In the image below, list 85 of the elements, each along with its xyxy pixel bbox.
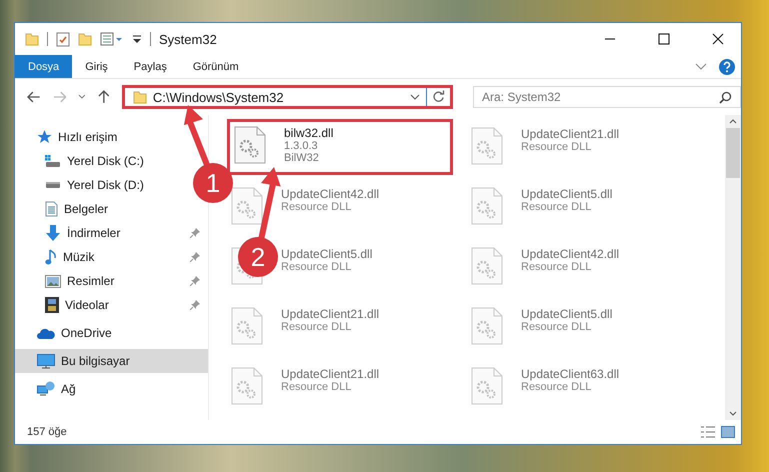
search-field[interactable]: Ara: System32: [472, 86, 741, 108]
picture-icon: [45, 274, 61, 288]
gear-file-icon: [471, 187, 503, 225]
sidebar-item[interactable]: İndirmeler: [15, 221, 208, 245]
network-icon: [37, 381, 55, 397]
toolbar-dropdown-icon[interactable]: [100, 32, 124, 46]
file-name[interactable]: UpdateClient21.dll: [521, 127, 620, 141]
folder-icon: [132, 90, 147, 104]
file-detail: Resource DLL: [521, 201, 592, 213]
pin-icon[interactable]: [190, 228, 200, 238]
file-detail: Resource DLL: [281, 201, 352, 213]
document-icon: [45, 201, 58, 217]
file-name[interactable]: UpdateClient42.dll: [281, 187, 380, 201]
details-view-icon[interactable]: [701, 426, 715, 438]
folder-icon: [25, 32, 39, 46]
ribbon-tab[interactable]: Dosya: [15, 55, 72, 78]
star-icon: [37, 130, 52, 144]
file-detail: Resource DLL: [281, 321, 352, 333]
gear-file-icon: [234, 126, 266, 164]
file-detail: Resource DLL: [281, 381, 352, 393]
scrollbar-thumb[interactable]: [726, 128, 740, 178]
sidebar-item[interactable]: OneDrive: [15, 321, 208, 345]
pin-icon[interactable]: [190, 252, 200, 262]
address-path: C:\Windows\System32: [152, 90, 285, 104]
customize-toolbar-icon[interactable]: [132, 33, 142, 45]
file-name[interactable]: UpdateClient42.dll: [521, 247, 620, 261]
chevron-down-icon[interactable]: [78, 94, 86, 100]
scroll-down-icon[interactable]: [729, 411, 737, 416]
address-bar[interactable]: C:\Windows\System32: [122, 85, 453, 109]
sidebar-item[interactable]: Resimler: [15, 269, 208, 293]
gear-file-icon: [471, 307, 503, 345]
sidebar-item[interactable]: Belgeler: [15, 197, 114, 221]
ribbon-tab[interactable]: Paylaş: [120, 55, 180, 78]
sidebar-item[interactable]: Videolar: [15, 293, 208, 317]
drive-icon: [45, 154, 61, 168]
gear-file-icon: [231, 307, 263, 345]
file-detail: BilW32: [284, 152, 320, 164]
sidebar-item[interactable]: Ağ: [15, 377, 208, 401]
file-item[interactable]: bilw32.dll 1.3.0.3 BilW32: [227, 119, 453, 175]
back-arrow-icon[interactable]: [27, 91, 41, 103]
file-detail: Resource DLL: [521, 141, 592, 153]
gear-file-icon: [471, 367, 503, 405]
ribbon-tab[interactable]: Görünüm: [180, 55, 252, 78]
gear-file-icon: [471, 247, 503, 285]
file-name[interactable]: UpdateClient21.dll: [281, 367, 380, 381]
sidebar-item[interactable]: Yerel Disk (C:): [15, 149, 150, 173]
sidebar-item[interactable]: Müzik: [15, 245, 208, 269]
music-note-icon: [45, 249, 57, 265]
pin-icon[interactable]: [190, 300, 200, 310]
gear-file-icon: [471, 127, 503, 165]
drive-icon: [45, 181, 61, 189]
file-name[interactable]: UpdateClient63.dll: [521, 367, 620, 381]
monitor-icon: [37, 354, 55, 368]
file-name[interactable]: UpdateClient5.dll: [521, 187, 612, 201]
scroll-up-icon[interactable]: [729, 119, 737, 124]
download-arrow-icon: [45, 225, 61, 241]
help-icon[interactable]: [719, 58, 735, 74]
sidebar-item[interactable]: Bu bilgisayar: [15, 349, 208, 373]
ribbon-tab[interactable]: Giriş: [72, 55, 121, 78]
search-icon: [718, 91, 732, 104]
properties-icon: [56, 32, 70, 46]
callout-arrow: [184, 105, 210, 166]
gear-file-icon: [231, 187, 263, 225]
up-arrow-icon[interactable]: [98, 90, 110, 104]
chevron-down-icon[interactable]: [410, 94, 420, 100]
file-detail: 1.3.0.3: [284, 140, 319, 152]
folder-icon: [78, 32, 92, 46]
file-name[interactable]: UpdateClient5.dll: [281, 247, 372, 261]
item-count: 157 öğe: [27, 426, 67, 438]
file-name[interactable]: UpdateClient5.dll: [521, 307, 612, 321]
chevron-down-icon[interactable]: [695, 62, 707, 70]
file-detail: Resource DLL: [521, 321, 592, 333]
window-title: System32: [159, 32, 217, 46]
pin-icon[interactable]: [190, 276, 200, 286]
file-name[interactable]: UpdateClient21.dll: [281, 307, 380, 321]
film-strip-icon: [45, 297, 59, 313]
vertical-scrollbar[interactable]: [725, 115, 741, 420]
file-detail: Resource DLL: [521, 261, 592, 273]
sidebar-item[interactable]: Yerel Disk (D:): [15, 173, 150, 197]
cloud-icon: [37, 328, 55, 338]
sidebar-item[interactable]: Hızlı erişim: [15, 125, 208, 149]
gear-file-icon: [231, 367, 263, 405]
file-detail: Resource DLL: [281, 261, 352, 273]
file-name: bilw32.dll: [284, 126, 334, 140]
file-detail: Resource DLL: [521, 381, 592, 393]
